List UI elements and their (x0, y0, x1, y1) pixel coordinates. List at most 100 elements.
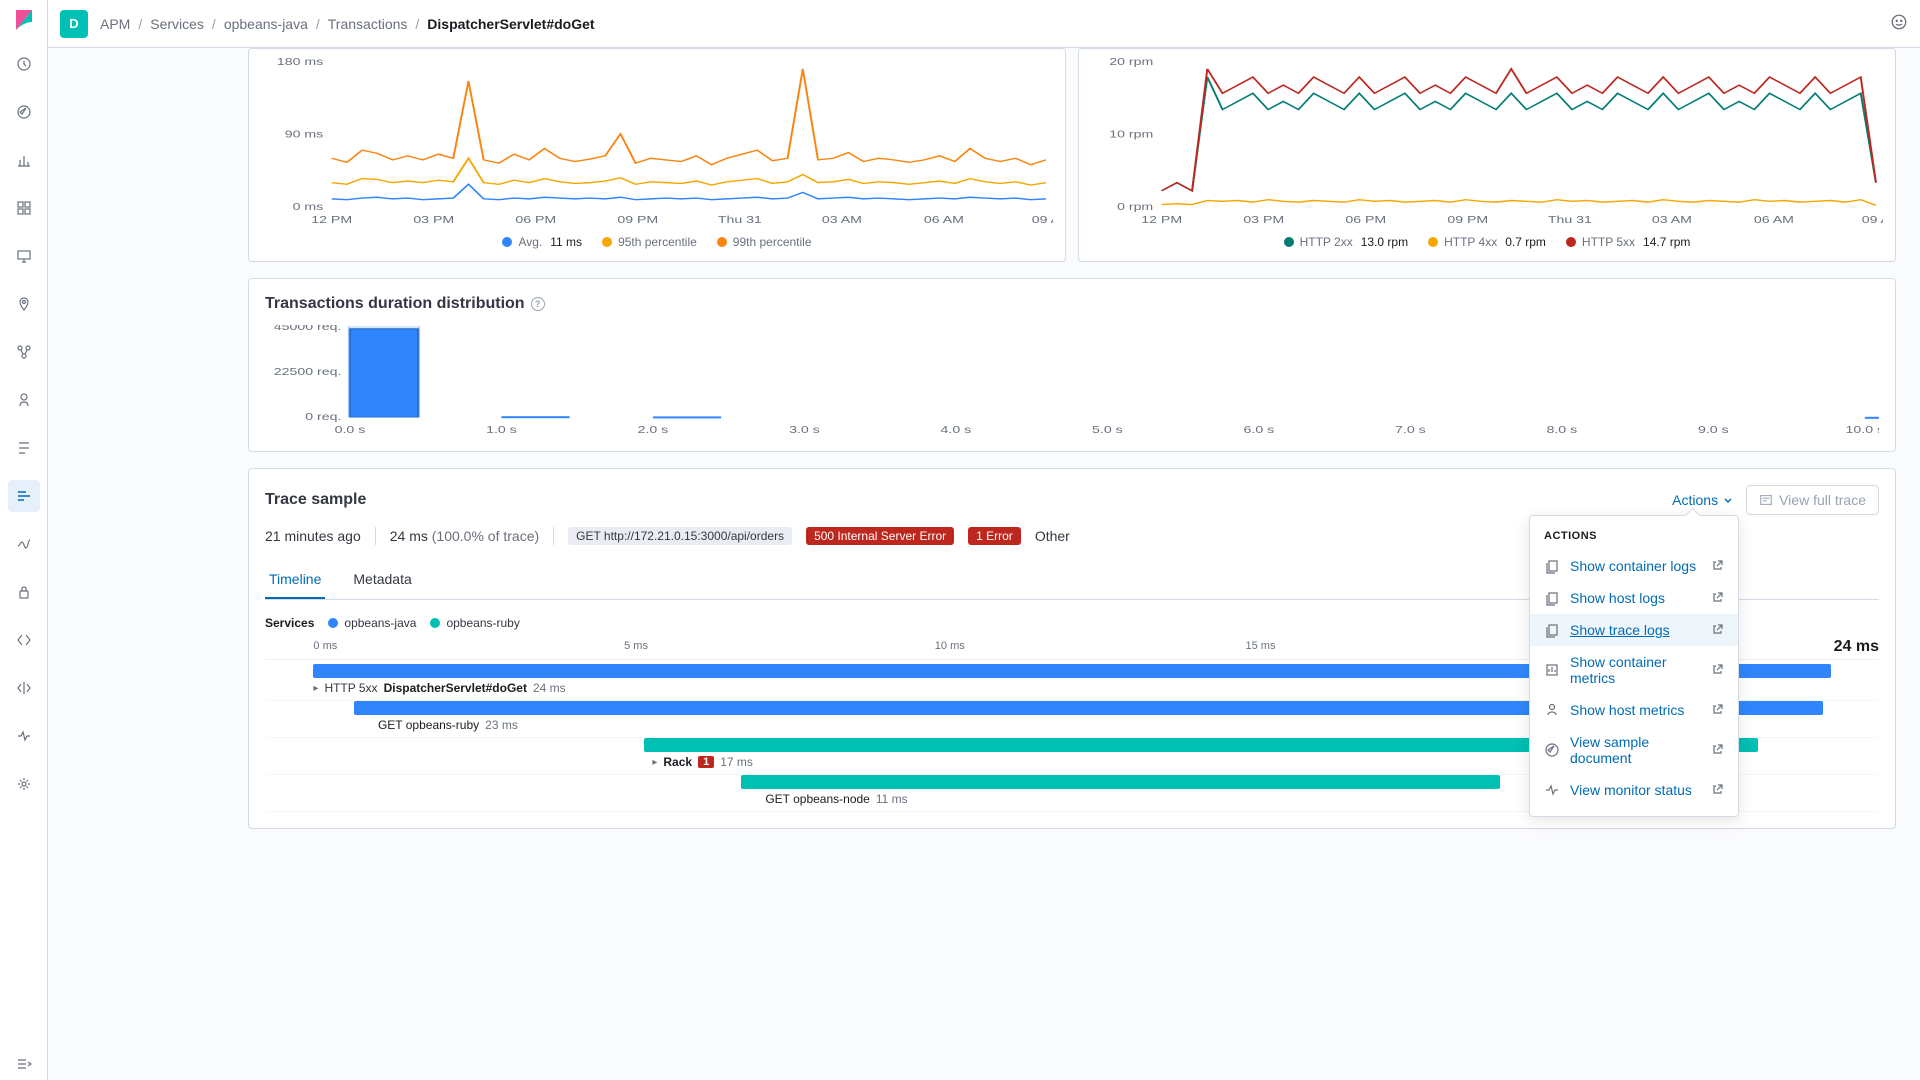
expand-icon[interactable]: ▸ (652, 757, 657, 768)
dashboard-icon[interactable] (8, 192, 40, 224)
popup-item[interactable]: Show host logs (1530, 582, 1738, 614)
monitor-icon[interactable] (8, 720, 40, 752)
recent-icon[interactable] (8, 48, 40, 80)
status-badge: 500 Internal Server Error (806, 527, 954, 545)
service-legend-item: opbeans-ruby (430, 616, 519, 630)
popup-item-icon (1544, 590, 1560, 606)
svg-text:06 AM: 06 AM (924, 214, 964, 225)
svg-text:3.0 s: 3.0 s (789, 424, 820, 435)
external-link-icon (1712, 742, 1724, 758)
tab-metadata[interactable]: Metadata (349, 561, 415, 599)
svg-text:06 AM: 06 AM (1754, 214, 1794, 225)
svg-text:9.0 s: 9.0 s (1698, 424, 1729, 435)
svg-text:06 PM: 06 PM (1345, 214, 1386, 225)
request-badge: GET http://172.21.0.15:3000/api/orders (568, 527, 792, 545)
svg-text:5.0 s: 5.0 s (1092, 424, 1123, 435)
trace-duration: 24 ms (100.0% of trace) (390, 528, 539, 544)
service-legend-item: opbeans-java (328, 616, 416, 630)
left-nav-sidebar (0, 0, 48, 1080)
maps-icon[interactable] (8, 288, 40, 320)
feedback-icon[interactable] (1890, 13, 1908, 34)
expand-icon[interactable]: ▸ (313, 683, 318, 694)
popup-item-icon (1544, 702, 1560, 718)
popup-item-icon (1544, 742, 1560, 758)
metrics-icon[interactable] (8, 384, 40, 416)
trace-icon (1759, 493, 1773, 507)
legend-item[interactable]: HTTP 4xx0.7 rpm (1428, 235, 1546, 249)
distribution-title: Transactions duration distribution (265, 295, 525, 313)
breadcrumbs: APM / Services / opbeans-java / Transact… (100, 16, 595, 32)
svg-text:1.0 s: 1.0 s (486, 424, 517, 435)
svg-text:0.0 s: 0.0 s (335, 424, 366, 435)
popup-item[interactable]: Show host metrics (1530, 694, 1738, 726)
popup-item[interactable]: Show trace logs (1530, 614, 1738, 646)
svg-text:0 ms: 0 ms (293, 201, 324, 212)
tab-timeline[interactable]: Timeline (265, 561, 325, 599)
uptime-icon[interactable] (8, 528, 40, 560)
actions-button[interactable]: Actions (1672, 492, 1734, 508)
svg-text:8.0 s: 8.0 s (1547, 424, 1578, 435)
svg-text:22500 req.: 22500 req. (274, 366, 342, 377)
legend-item[interactable]: HTTP 2xx13.0 rpm (1284, 235, 1408, 249)
svg-text:45000 req.: 45000 req. (274, 325, 342, 332)
external-link-icon (1712, 590, 1724, 606)
actions-popup: ACTIONS Show container logs Show host lo… (1529, 515, 1739, 817)
collapse-icon[interactable] (8, 1048, 40, 1080)
popup-header: ACTIONS (1530, 526, 1738, 550)
svg-text:180 ms: 180 ms (277, 57, 323, 67)
topbar: D APM / Services / opbeans-java / Transa… (48, 0, 1920, 48)
visualize-icon[interactable] (8, 144, 40, 176)
discover-icon[interactable] (8, 96, 40, 128)
view-full-trace-button[interactable]: View full trace (1746, 485, 1879, 515)
svg-text:20 rpm: 20 rpm (1109, 57, 1153, 67)
external-link-icon (1712, 558, 1724, 574)
breadcrumb-services[interactable]: Services (150, 16, 204, 32)
distribution-chart[interactable]: 0 req.22500 req.45000 req.0.0 s1.0 s2.0 … (265, 325, 1879, 435)
apm-icon[interactable] (8, 480, 40, 512)
popup-item-icon (1544, 782, 1560, 798)
svg-text:10 rpm: 10 rpm (1109, 129, 1153, 140)
trace-sample-title: Trace sample (265, 491, 366, 509)
popup-item[interactable]: View sample document (1530, 726, 1738, 774)
svg-text:6.0 s: 6.0 s (1244, 424, 1275, 435)
breadcrumb-apm[interactable]: APM (100, 16, 130, 32)
duration-legend: Avg.11 ms 95th percentile 99th percentile (261, 235, 1053, 249)
breadcrumb-current: DispatcherServlet#doGet (427, 16, 594, 32)
breadcrumb-service-name[interactable]: opbeans-java (224, 16, 308, 32)
distribution-panel: Transactions duration distribution ? 0 r… (248, 278, 1896, 452)
svg-text:7.0 s: 7.0 s (1395, 424, 1426, 435)
legend-item[interactable]: Avg.11 ms (502, 235, 582, 249)
dev-tools-icon[interactable] (8, 624, 40, 656)
rpm-chart-panel: 0 rpm10 rpm20 rpm12 PM03 PM06 PM09 PMThu… (1078, 48, 1896, 262)
ml-icon[interactable] (8, 336, 40, 368)
trace-age: 21 minutes ago (265, 528, 361, 544)
canvas-icon[interactable] (8, 240, 40, 272)
svg-text:03 PM: 03 PM (413, 214, 454, 225)
popup-item-icon (1544, 662, 1560, 678)
error-badge: 1 Error (968, 527, 1021, 545)
kibana-logo-icon[interactable] (12, 8, 36, 32)
svg-text:Thu 31: Thu 31 (1548, 214, 1592, 225)
duration-chart-panel: 0 ms90 ms180 ms12 PM03 PM06 PM09 PMThu 3… (248, 48, 1066, 262)
svg-text:12 PM: 12 PM (1141, 214, 1182, 225)
popup-item[interactable]: Show container metrics (1530, 646, 1738, 694)
svg-text:09 PM: 09 PM (617, 214, 658, 225)
siem-icon[interactable] (8, 576, 40, 608)
chevron-down-icon (1722, 494, 1734, 506)
popup-item[interactable]: Show container logs (1530, 550, 1738, 582)
svg-text:03 AM: 03 AM (822, 214, 862, 225)
result-label: Other (1035, 528, 1070, 544)
legend-item[interactable]: 95th percentile (602, 235, 697, 249)
external-link-icon (1712, 662, 1724, 678)
stack-icon[interactable] (8, 672, 40, 704)
help-icon[interactable]: ? (531, 297, 545, 311)
legend-item[interactable]: HTTP 5xx14.7 rpm (1566, 235, 1690, 249)
space-badge[interactable]: D (60, 10, 88, 38)
popup-item-icon (1544, 622, 1560, 638)
logs-icon[interactable] (8, 432, 40, 464)
popup-item[interactable]: View monitor status (1530, 774, 1738, 806)
waterfall-total: 24 ms (1834, 638, 1879, 656)
management-icon[interactable] (8, 768, 40, 800)
legend-item[interactable]: 99th percentile (717, 235, 812, 249)
breadcrumb-transactions[interactable]: Transactions (328, 16, 408, 32)
